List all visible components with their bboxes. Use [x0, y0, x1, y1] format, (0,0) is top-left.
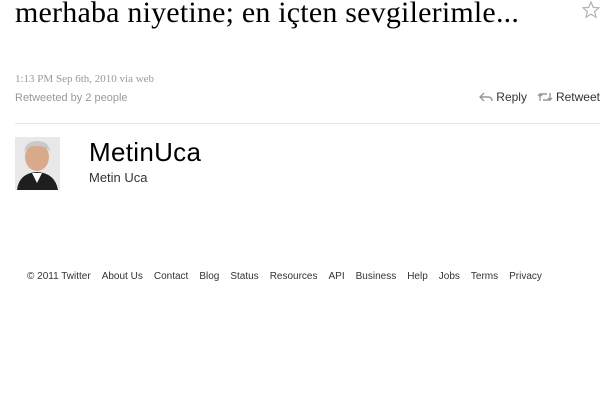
user-screen-name[interactable]: MetinUca [89, 137, 201, 168]
user-full-name: Metin Uca [89, 170, 148, 185]
footer-link-about-us[interactable]: About Us [102, 271, 143, 282]
footer-link-contact[interactable]: Contact [154, 271, 188, 282]
footer-link-privacy[interactable]: Privacy [509, 271, 542, 282]
retweet-label: Retweet [555, 90, 600, 104]
footer-link-terms[interactable]: Terms [471, 271, 498, 282]
retweet-icon [537, 91, 553, 103]
footer: © 2011 Twitter About Us Contact Blog Sta… [27, 271, 542, 282]
footer-link-api[interactable]: API [329, 271, 345, 282]
reply-label: Reply [496, 90, 527, 104]
reply-button[interactable]: Reply [479, 90, 527, 104]
tweet-timestamp[interactable]: 1:13 PM Sep 6th, 2010 [15, 73, 117, 85]
footer-link-jobs[interactable]: Jobs [439, 271, 460, 282]
tweet-text: merhaba niyetine; en içten sevgilerimle.… [15, 0, 520, 29]
footer-copyright: © 2011 Twitter [27, 271, 91, 282]
tweet-actions: Reply Retweet [479, 90, 600, 104]
tweet-meta: 1:13 PM Sep 6th, 2010 via web [15, 73, 154, 85]
footer-link-help[interactable]: Help [407, 271, 428, 282]
divider [15, 123, 600, 124]
retweet-button[interactable]: Retweet [537, 90, 600, 104]
tweet-permalink-page: merhaba niyetine; en içten sevgilerimle.… [0, 0, 607, 400]
favorite-star-icon[interactable] [581, 0, 601, 20]
footer-link-status[interactable]: Status [230, 271, 258, 282]
tweet-source: via web [119, 73, 155, 85]
reply-arrow-icon [479, 91, 493, 103]
retweeted-by-count[interactable]: Retweeted by 2 people [15, 92, 128, 104]
avatar[interactable] [15, 137, 60, 190]
footer-link-business[interactable]: Business [356, 271, 397, 282]
footer-link-blog[interactable]: Blog [199, 271, 219, 282]
footer-link-resources[interactable]: Resources [270, 271, 318, 282]
